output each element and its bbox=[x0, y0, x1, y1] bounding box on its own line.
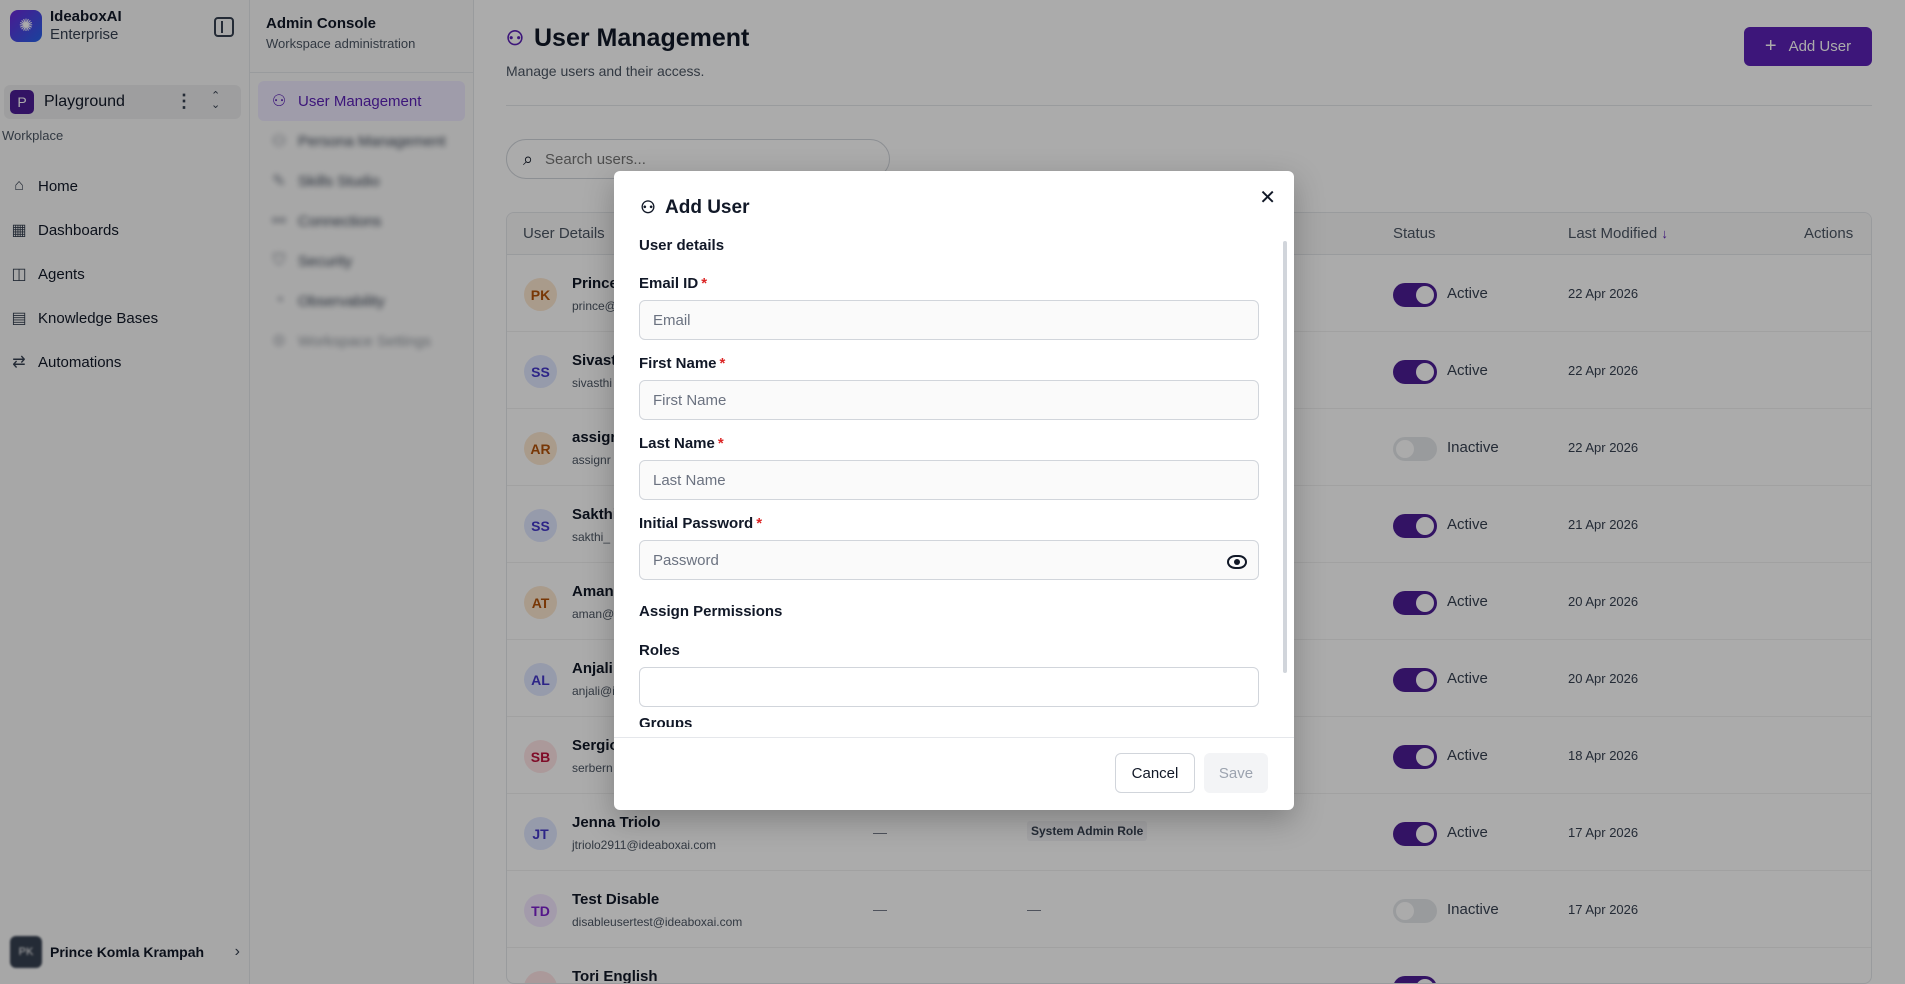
dialog-scrollbar[interactable] bbox=[1283, 241, 1287, 673]
eye-icon[interactable] bbox=[1227, 555, 1247, 569]
roles-select[interactable] bbox=[639, 667, 1259, 707]
section-assign-permissions: Assign Permissions bbox=[639, 603, 783, 620]
last-name-field[interactable] bbox=[639, 460, 1259, 500]
password-field[interactable] bbox=[639, 540, 1259, 580]
user-plus-icon: ⚇ bbox=[640, 198, 656, 217]
add-user-dialog: ✕ ⚇ Add User User details Email ID* Firs… bbox=[614, 171, 1294, 810]
dialog-title: ⚇ Add User bbox=[639, 197, 749, 219]
email-label: Email ID * bbox=[639, 275, 708, 292]
section-user-details: User details bbox=[639, 237, 725, 254]
cancel-button[interactable]: Cancel bbox=[1115, 753, 1195, 793]
password-label: Initial Password * bbox=[639, 515, 763, 532]
dialog-body: User details Email ID* First Name* Last … bbox=[639, 237, 1259, 727]
dialog-title-text: Add User bbox=[665, 197, 750, 218]
groups-label: Groups bbox=[639, 715, 693, 727]
dialog-footer-divider bbox=[614, 737, 1294, 738]
first-name-field[interactable] bbox=[639, 380, 1259, 420]
close-icon[interactable]: ✕ bbox=[1259, 185, 1276, 210]
roles-label: Roles bbox=[639, 642, 680, 659]
first-name-label: First Name * bbox=[639, 355, 726, 372]
last-name-label: Last Name * bbox=[639, 435, 724, 452]
email-field[interactable] bbox=[639, 300, 1259, 340]
save-button[interactable]: Save bbox=[1204, 753, 1268, 793]
